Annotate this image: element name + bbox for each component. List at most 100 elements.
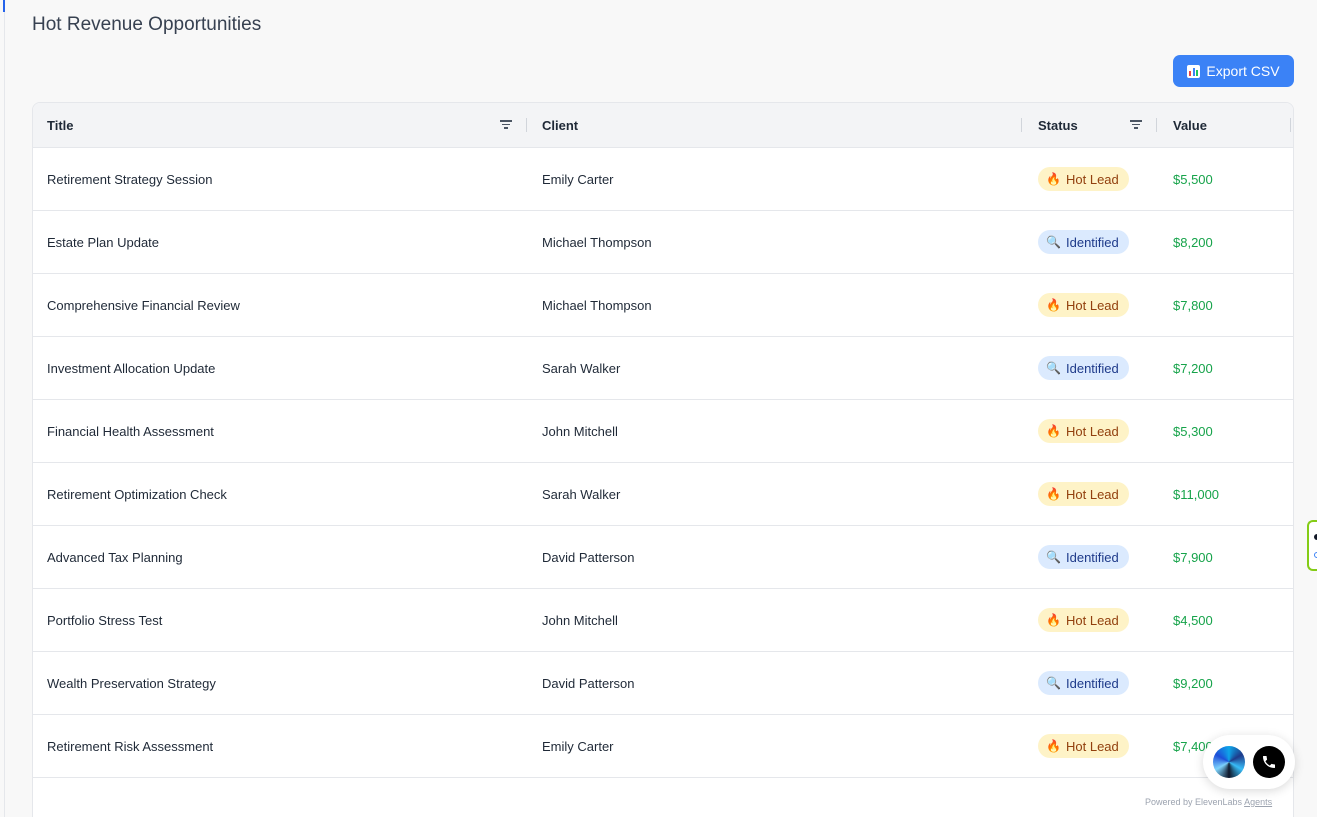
column-resize-handle[interactable] bbox=[1021, 118, 1022, 132]
cell-client: David Patterson bbox=[542, 549, 635, 565]
side-feedback-tab[interactable] bbox=[1307, 520, 1317, 571]
magnifier-icon: 🔍 bbox=[1046, 550, 1061, 564]
table-row[interactable]: Retirement Strategy Session Emily Carter 🔥… bbox=[33, 148, 1293, 211]
cell-status: 🔍 Identified bbox=[1038, 526, 1129, 588]
table-row[interactable]: Comprehensive Financial Review Michael Th… bbox=[33, 274, 1293, 337]
column-header-title-label: Title bbox=[47, 118, 74, 133]
cell-client: John Mitchell bbox=[542, 423, 618, 439]
fire-icon: 🔥 bbox=[1046, 613, 1061, 627]
cell-title: Financial Health Assessment bbox=[47, 423, 214, 439]
cell-title: Investment Allocation Update bbox=[47, 360, 216, 376]
status-label: Hot Lead bbox=[1066, 486, 1119, 502]
cell-client: Emily Carter bbox=[542, 738, 614, 754]
title-filter-icon[interactable] bbox=[500, 118, 512, 130]
table-row[interactable]: Investment Allocation Update Sarah Walker… bbox=[33, 337, 1293, 400]
status-badge: 🔍 Identified bbox=[1038, 671, 1129, 695]
cell-value: $9,200 bbox=[1173, 675, 1213, 691]
page: Hot Revenue Opportunities Export CSV Tit… bbox=[0, 0, 1317, 817]
cell-client: Sarah Walker bbox=[542, 360, 621, 376]
status-label: Hot Lead bbox=[1066, 423, 1119, 439]
cell-title: Retirement Risk Assessment bbox=[47, 738, 214, 754]
magnifier-icon: 🔍 bbox=[1046, 361, 1061, 375]
status-badge: 🔥 Hot Lead bbox=[1038, 482, 1129, 506]
status-label: Hot Lead bbox=[1066, 612, 1119, 628]
column-header-status-label: Status bbox=[1038, 118, 1078, 133]
cell-client: Emily Carter bbox=[542, 171, 614, 187]
export-csv-button[interactable]: Export CSV bbox=[1173, 55, 1294, 87]
cell-client: David Patterson bbox=[542, 675, 635, 691]
status-label: Identified bbox=[1066, 360, 1119, 376]
fire-icon: 🔥 bbox=[1046, 424, 1061, 438]
status-label: Hot Lead bbox=[1066, 171, 1119, 187]
cell-client: Michael Thompson bbox=[542, 234, 652, 250]
table-row[interactable]: Wealth Preservation Strategy David Patter… bbox=[33, 652, 1293, 715]
export-csv-label: Export CSV bbox=[1206, 63, 1280, 79]
cell-value: $5,300 bbox=[1173, 423, 1213, 439]
left-accent-marker bbox=[3, 0, 5, 12]
cell-client: John Mitchell bbox=[542, 612, 618, 628]
cell-status: 🔥 Hot Lead bbox=[1038, 715, 1129, 777]
status-filter-icon[interactable] bbox=[1130, 118, 1142, 130]
cell-status: 🔍 Identified bbox=[1038, 337, 1129, 399]
status-badge: 🔥 Hot Lead bbox=[1038, 419, 1129, 443]
agents-link[interactable]: Agents bbox=[1244, 797, 1272, 807]
cell-status: 🔥 Hot Lead bbox=[1038, 463, 1129, 525]
call-button[interactable] bbox=[1253, 746, 1285, 778]
page-title: Hot Revenue Opportunities bbox=[32, 14, 262, 35]
fire-icon: 🔥 bbox=[1046, 298, 1061, 312]
cell-client: Michael Thompson bbox=[542, 297, 652, 313]
table-row[interactable]: Portfolio Stress Test John Mitchell 🔥 Hot L… bbox=[33, 589, 1293, 652]
fire-icon: 🔥 bbox=[1046, 487, 1061, 501]
phone-icon bbox=[1263, 756, 1275, 768]
cell-title: Advanced Tax Planning bbox=[47, 549, 183, 565]
column-header-status[interactable]: Status bbox=[1038, 103, 1128, 148]
column-resize-handle[interactable] bbox=[1156, 118, 1157, 132]
magnifier-icon: 🔍 bbox=[1046, 235, 1061, 249]
status-label: Identified bbox=[1066, 675, 1119, 691]
table-row[interactable]: Retirement Risk Assessment Emily Carter 🔥 H… bbox=[33, 715, 1293, 778]
cell-value: $4,500 bbox=[1173, 612, 1213, 628]
table-row[interactable]: Retirement Optimization Check Sarah Walke… bbox=[33, 463, 1293, 526]
status-badge: 🔥 Hot Lead bbox=[1038, 734, 1129, 758]
cell-value: $11,000 bbox=[1173, 486, 1220, 502]
status-badge: 🔥 Hot Lead bbox=[1038, 293, 1129, 317]
cell-value: $5,500 bbox=[1173, 171, 1213, 187]
agent-orb-icon[interactable] bbox=[1213, 746, 1245, 778]
cell-client: Sarah Walker bbox=[542, 486, 621, 502]
cell-title: Wealth Preservation Strategy bbox=[47, 675, 216, 691]
status-badge: 🔍 Identified bbox=[1038, 545, 1129, 569]
cell-value: $8,200 bbox=[1173, 234, 1213, 250]
status-badge: 🔍 Identified bbox=[1038, 356, 1129, 380]
column-header-client-label: Client bbox=[542, 118, 579, 133]
table-row[interactable]: Estate Plan Update Michael Thompson 🔍 Ident… bbox=[33, 211, 1293, 274]
cell-status: 🔥 Hot Lead bbox=[1038, 274, 1129, 336]
table-body: Retirement Strategy Session Emily Carter 🔥… bbox=[33, 148, 1293, 778]
status-badge: 🔥 Hot Lead bbox=[1038, 608, 1129, 632]
cell-title: Portfolio Stress Test bbox=[47, 612, 163, 628]
left-divider bbox=[4, 0, 5, 817]
column-header-value[interactable]: Value bbox=[1173, 103, 1273, 148]
cell-value: $7,200 bbox=[1173, 360, 1213, 376]
status-badge: 🔥 Hot Lead bbox=[1038, 167, 1129, 191]
table-row[interactable]: Financial Health Assessment John Mitchell… bbox=[33, 400, 1293, 463]
cell-status: 🔥 Hot Lead bbox=[1038, 148, 1129, 210]
column-header-client[interactable]: Client bbox=[542, 103, 1012, 148]
status-label: Hot Lead bbox=[1066, 297, 1119, 313]
cell-status: 🔥 Hot Lead bbox=[1038, 589, 1129, 651]
cell-title: Retirement Strategy Session bbox=[47, 171, 213, 187]
status-label: Hot Lead bbox=[1066, 738, 1119, 754]
status-label: Identified bbox=[1066, 234, 1119, 250]
column-header-title[interactable]: Title bbox=[47, 103, 487, 148]
column-resize-handle[interactable] bbox=[526, 118, 527, 132]
column-header-value-label: Value bbox=[1173, 118, 1207, 133]
status-label: Identified bbox=[1066, 549, 1119, 565]
cell-status: 🔍 Identified bbox=[1038, 652, 1129, 714]
table-row[interactable]: Advanced Tax Planning David Patterson 🔍 Ide… bbox=[33, 526, 1293, 589]
table-header: Title Client Status Value bbox=[33, 103, 1293, 148]
cell-title: Comprehensive Financial Review bbox=[47, 297, 240, 313]
cell-value: $7,800 bbox=[1173, 297, 1213, 313]
cell-title: Retirement Optimization Check bbox=[47, 486, 227, 502]
fire-icon: 🔥 bbox=[1046, 172, 1061, 186]
cell-status: 🔍 Identified bbox=[1038, 211, 1129, 273]
column-resize-handle[interactable] bbox=[1290, 118, 1291, 132]
